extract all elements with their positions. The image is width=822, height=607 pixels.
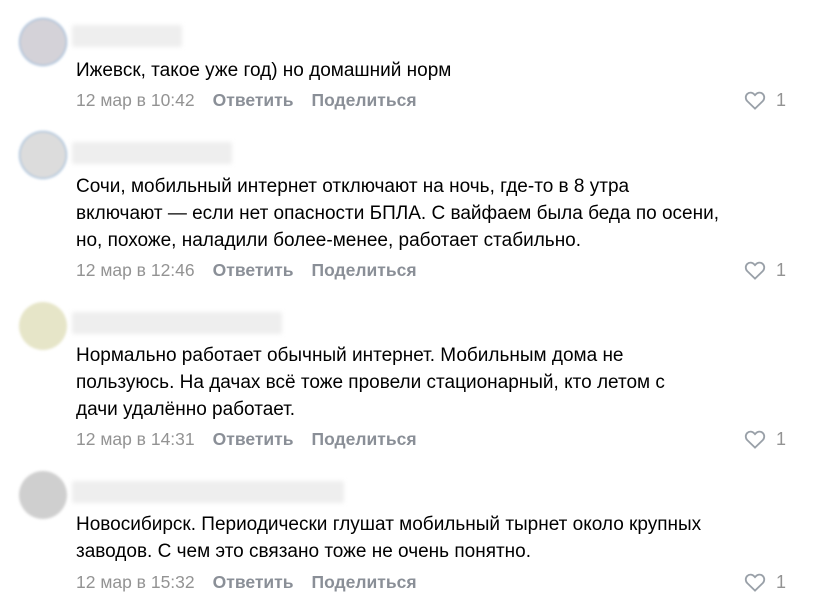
author-name[interactable] [72,25,182,47]
like-count: 1 [775,428,786,449]
comment-date[interactable]: 12 мар в 10:42 [76,88,195,112]
author-name[interactable] [72,142,232,164]
share-button[interactable]: Поделиться [312,570,417,594]
reply-button[interactable]: Ответить [213,258,294,282]
like-button[interactable]: 1 [744,427,786,451]
comment-date[interactable]: 12 мар в 15:32 [76,570,195,594]
comments-feed: Ижевск, такое уже год) но домашний норм … [0,0,822,607]
reply-button[interactable]: Ответить [213,88,294,112]
reply-button[interactable]: Ответить [213,427,294,451]
comment-date[interactable]: 12 мар в 12:46 [76,258,195,282]
reply-button[interactable]: Ответить [213,570,294,594]
comment-meta: 12 мар в 14:31 Ответить Поделиться [76,427,435,451]
comment-meta: 12 мар в 12:46 Ответить Поделиться [76,258,435,282]
like-button[interactable]: 1 [744,570,786,594]
comment-text: Новосибирск. Периодически глушат мобильн… [76,514,702,562]
like-button[interactable]: 1 [744,88,786,112]
heart-icon [744,573,766,592]
avatar[interactable] [19,302,67,350]
author-name[interactable] [72,312,282,334]
like-count: 1 [775,571,786,592]
share-button[interactable]: Поделиться [312,427,417,451]
heart-icon [744,91,766,110]
like-count: 1 [775,259,786,280]
comment-meta: 12 мар в 10:42 Ответить Поделиться [76,88,435,112]
comment-text: Нормально работает обычный интернет. Моб… [76,345,665,420]
heart-icon [744,261,766,280]
comment-text: Ижевск, такое уже год) но домашний норм [76,60,452,81]
share-button[interactable]: Поделиться [312,88,417,112]
comment-meta: 12 мар в 15:32 Ответить Поделиться [76,570,435,594]
like-button[interactable]: 1 [744,258,786,282]
comment-date[interactable]: 12 мар в 14:31 [76,427,195,451]
heart-icon [744,430,766,449]
avatar[interactable] [19,18,67,66]
share-button[interactable]: Поделиться [312,258,417,282]
like-count: 1 [775,89,786,110]
avatar[interactable] [19,471,67,519]
avatar[interactable] [19,131,67,179]
comment-text: Сочи, мобильный интернет отключают на но… [76,176,719,251]
author-name[interactable] [72,481,344,503]
